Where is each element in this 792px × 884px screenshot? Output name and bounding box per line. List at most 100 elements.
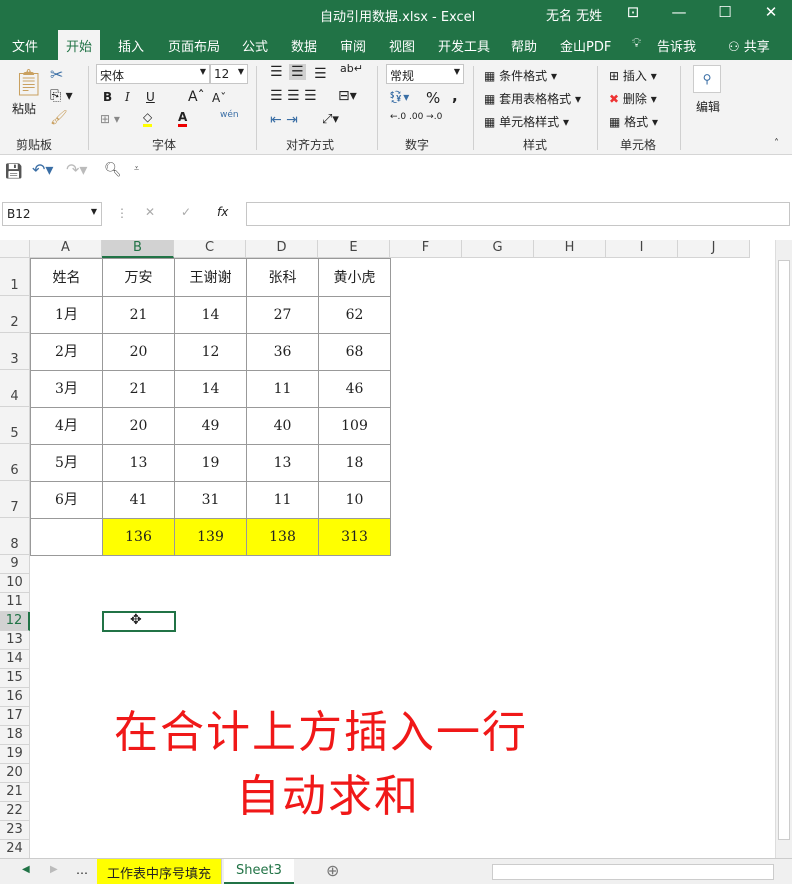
font-color-icon[interactable]: A — [178, 110, 188, 127]
row-header-13[interactable]: 13 — [0, 631, 30, 650]
table-cell[interactable]: 6月 — [30, 481, 103, 519]
user-name[interactable]: 无名 无姓 — [546, 5, 602, 24]
paste-button[interactable]: 粘贴 — [12, 100, 36, 117]
enter-icon[interactable]: ✓ — [181, 205, 191, 219]
column-header-H[interactable]: H — [534, 240, 606, 258]
table-cell[interactable]: 3月 — [30, 370, 103, 408]
align-top-icon[interactable]: ☰ — [270, 64, 283, 80]
row-header-17[interactable]: 17 — [0, 707, 30, 726]
column-header-B[interactable]: B — [102, 240, 174, 258]
tab-wps-pdf[interactable]: 金山PDF — [560, 36, 611, 55]
border-icon[interactable]: ⊞ ▾ — [100, 112, 120, 126]
column-header-A[interactable]: A — [30, 240, 102, 258]
undo-icon[interactable]: ↶▾ — [32, 160, 53, 179]
row-header-8[interactable]: 8 — [0, 518, 30, 555]
column-header-D[interactable]: D — [246, 240, 318, 258]
row-header-10[interactable]: 10 — [0, 574, 30, 593]
row-header-19[interactable]: 19 — [0, 745, 30, 764]
copy-icon[interactable]: ⎘ ▾ — [50, 88, 73, 104]
row-header-9[interactable]: 9 — [0, 555, 30, 574]
row-header-18[interactable]: 18 — [0, 726, 30, 745]
orientation-icon[interactable]: ⤢▾ — [322, 112, 339, 127]
table-cell[interactable]: 49 — [174, 407, 247, 445]
table-cell[interactable]: 10 — [318, 481, 391, 519]
table-cell[interactable]: 19 — [174, 444, 247, 482]
table-cell[interactable]: 13 — [102, 444, 175, 482]
tab-view[interactable]: 视图 — [389, 36, 415, 55]
increase-font-icon[interactable]: Aˆ — [188, 89, 205, 105]
ribbon-display-icon[interactable]: ⊡ — [618, 3, 648, 21]
italic-button[interactable]: I — [125, 90, 130, 104]
table-cell[interactable]: 11 — [246, 370, 319, 408]
scroll-thumb[interactable] — [778, 260, 790, 840]
row-header-20[interactable]: 20 — [0, 764, 30, 783]
add-sheet-icon[interactable]: ⊕ — [326, 861, 339, 880]
close-button[interactable]: ✕ — [756, 3, 786, 21]
comma-button[interactable]: , — [452, 87, 458, 105]
table-cell[interactable]: 1月 — [30, 296, 103, 334]
format-painter-icon[interactable]: 🖌︎ — [50, 110, 68, 126]
font-size-select[interactable]: 12 ▼ — [210, 64, 248, 84]
sheet-tab-sheet3[interactable]: Sheet3 — [224, 859, 294, 884]
table-cell[interactable]: 68 — [318, 333, 391, 371]
table-cell[interactable]: 27 — [246, 296, 319, 334]
row-header-23[interactable]: 23 — [0, 821, 30, 840]
print-preview-icon[interactable]: 🔍︎ — [104, 162, 122, 178]
table-cell[interactable]: 13 — [246, 444, 319, 482]
table-cell[interactable]: 12 — [174, 333, 247, 371]
decrease-font-icon[interactable]: Aˇ — [212, 91, 226, 105]
column-header-G[interactable]: G — [462, 240, 534, 258]
table-cell[interactable]: 20 — [102, 333, 175, 371]
column-header-J[interactable]: J — [678, 240, 750, 258]
table-cell[interactable]: 21 — [102, 296, 175, 334]
tab-home[interactable]: 开始 — [58, 30, 101, 60]
table-cell[interactable]: 黄小虎 — [318, 258, 391, 297]
table-cell[interactable]: 王谢谢 — [174, 258, 247, 297]
search-icon[interactable]: ⚲ — [693, 65, 721, 93]
table-cell[interactable]: 11 — [246, 481, 319, 519]
underline-button[interactable]: U — [146, 90, 155, 104]
tab-file[interactable]: 文件 — [12, 36, 38, 55]
table-cell[interactable]: 139 — [174, 518, 247, 556]
row-header-3[interactable]: 3 — [0, 333, 30, 370]
fill-color-icon[interactable]: ◇ — [143, 110, 153, 127]
cell-styles-button[interactable]: ▦ 单元格样式 ▾ — [484, 113, 569, 130]
tab-developer[interactable]: 开发工具 — [438, 36, 490, 55]
row-header-1[interactable]: 1 — [0, 258, 30, 296]
select-all-corner[interactable] — [0, 240, 30, 258]
collapse-ribbon-icon[interactable]: ˄ — [774, 138, 779, 149]
decimal-buttons[interactable]: ←.0 .00 →.0 — [390, 112, 442, 122]
font-name-select[interactable]: 宋体 ▼ — [96, 64, 210, 84]
align-left-icon[interactable]: ☰ ☰ ☰ — [270, 88, 317, 104]
next-sheet-icon[interactable]: ▶ — [50, 864, 58, 875]
align-bottom-icon[interactable]: ☰ — [314, 66, 327, 82]
tab-help[interactable]: 帮助 — [511, 36, 537, 55]
row-header-11[interactable]: 11 — [0, 593, 30, 612]
save-icon[interactable]: 💾︎ — [4, 162, 23, 180]
table-cell[interactable]: 136 — [102, 518, 175, 556]
row-header-16[interactable]: 16 — [0, 688, 30, 707]
cut-icon[interactable]: ✂ — [50, 65, 63, 84]
row-header-22[interactable]: 22 — [0, 802, 30, 821]
tab-page-layout[interactable]: 页面布局 — [168, 36, 220, 55]
paste-icon[interactable]: 📋︎ — [12, 68, 45, 98]
customize-qat-icon[interactable]: ⩡ — [134, 164, 139, 174]
more-sheets-button[interactable]: … — [76, 863, 88, 877]
table-cell[interactable]: 姓名 — [30, 258, 103, 297]
row-header-21[interactable]: 21 — [0, 783, 30, 802]
table-cell[interactable]: 21 — [102, 370, 175, 408]
table-cell[interactable]: 40 — [246, 407, 319, 445]
row-header-6[interactable]: 6 — [0, 444, 30, 481]
percent-button[interactable]: % — [426, 89, 440, 107]
tab-formulas[interactable]: 公式 — [242, 36, 268, 55]
accounting-format-icon[interactable]: 💱︎▾ — [388, 90, 409, 104]
minimize-button[interactable]: — — [664, 3, 694, 21]
table-cell[interactable]: 46 — [318, 370, 391, 408]
wrap-text-icon[interactable]: ab↵ — [340, 62, 363, 75]
column-header-F[interactable]: F — [390, 240, 462, 258]
format-cells-button[interactable]: ▦ 格式 ▾ — [609, 113, 658, 130]
conditional-format-button[interactable]: ▦ 条件格式 ▾ — [484, 67, 557, 84]
table-cell[interactable]: 2月 — [30, 333, 103, 371]
maximize-button[interactable]: ☐ — [710, 3, 740, 21]
table-cell[interactable]: 4月 — [30, 407, 103, 445]
